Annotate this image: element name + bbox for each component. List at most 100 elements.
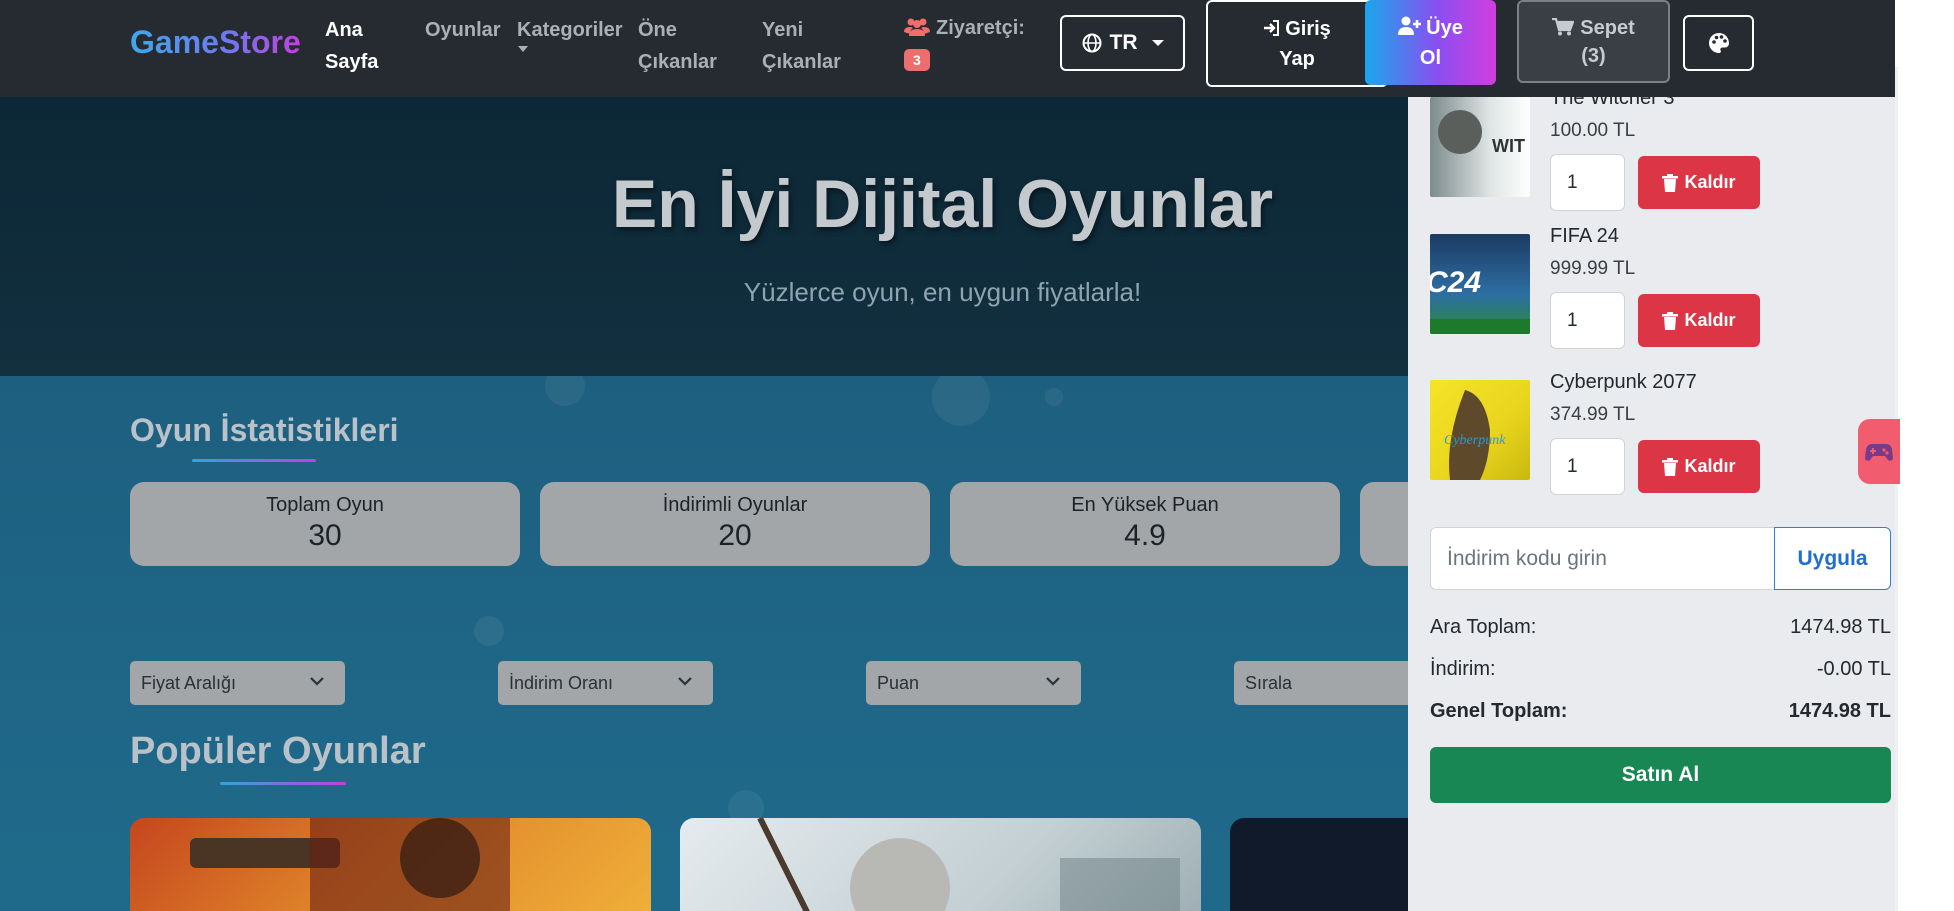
sign-in-icon bbox=[1264, 19, 1280, 36]
discount-row: İndirim: -0.00 TL bbox=[1430, 658, 1891, 681]
cart-item: Cyberpunk Cyberpunk 2077 374.99 TL 1 Kal… bbox=[1430, 371, 1870, 500]
register-line1: Üye bbox=[1426, 16, 1463, 39]
filter-label: Sırala bbox=[1245, 673, 1293, 693]
shopping-cart-icon bbox=[1552, 17, 1575, 35]
cart-button[interactable]: Sepet (3) bbox=[1517, 0, 1670, 83]
stat-label: En Yüksek Puan bbox=[1071, 494, 1219, 516]
decor-bubble bbox=[1045, 388, 1063, 406]
gamepad-icon bbox=[1865, 443, 1893, 461]
trash-icon bbox=[1662, 173, 1679, 192]
brand-logo[interactable]: GameStore bbox=[130, 24, 301, 61]
top-navbar: GameStore Ana Sayfa Oyunlar Kategoriler … bbox=[0, 0, 1895, 97]
user-plus-icon bbox=[1398, 16, 1422, 35]
nav-link-categories[interactable]: Kategoriler bbox=[517, 14, 623, 46]
game-card-image[interactable] bbox=[130, 818, 651, 911]
game-card-image[interactable] bbox=[680, 818, 1201, 911]
remove-item-button[interactable]: Kaldır bbox=[1638, 156, 1760, 209]
nav-link-games-label: Oyunlar bbox=[425, 19, 501, 41]
popular-section-title: Popüler Oyunlar bbox=[130, 730, 426, 772]
subtotal-label: Ara Toplam: bbox=[1430, 616, 1537, 638]
subtotal-row: Ara Toplam: 1474.98 TL bbox=[1430, 616, 1891, 639]
chevron-down-icon bbox=[1151, 40, 1164, 46]
cart-item-name: Cyberpunk 2077 bbox=[1550, 371, 1697, 393]
nav-link-games[interactable]: Oyunlar bbox=[425, 14, 501, 46]
revolver-icon bbox=[190, 818, 510, 911]
users-icon bbox=[904, 18, 930, 36]
stats-section-title: Oyun İstatistikleri bbox=[130, 412, 399, 448]
filter-label: Fiyat Aralığı bbox=[141, 673, 237, 693]
login-line2: Yap bbox=[1279, 47, 1315, 70]
nav-link-featured[interactable]: Öne Çıkanlar bbox=[638, 14, 717, 78]
theme-toggle-button[interactable] bbox=[1683, 15, 1754, 71]
cyberpunk-cover-icon: Cyberpunk bbox=[1444, 390, 1506, 480]
filter-price-range[interactable]: Fiyat Aralığı bbox=[130, 661, 345, 705]
panel-edge bbox=[1895, 67, 1898, 911]
discount-label: İndirim: bbox=[1430, 658, 1496, 680]
stat-value: 20 bbox=[718, 519, 752, 552]
nav-link-home-line1: Ana bbox=[325, 19, 363, 41]
nav-link-home[interactable]: Ana Sayfa bbox=[325, 14, 378, 78]
chevron-down-icon bbox=[678, 677, 692, 686]
decor-bubble bbox=[932, 376, 990, 426]
filter-label: İndirim Oranı bbox=[509, 673, 614, 693]
cart-item-qty-input[interactable]: 1 bbox=[1550, 292, 1625, 349]
login-button[interactable]: Giriş Yap bbox=[1206, 0, 1388, 87]
register-button[interactable]: Üye Ol bbox=[1365, 0, 1496, 85]
apply-coupon-button[interactable]: Uygula bbox=[1774, 527, 1891, 590]
remove-item-button[interactable]: Kaldır bbox=[1638, 440, 1760, 493]
nav-link-new-line1: Yeni bbox=[762, 19, 804, 41]
stat-value: 30 bbox=[308, 519, 342, 552]
filter-label: Puan bbox=[877, 673, 920, 693]
nav-link-new-releases[interactable]: Yeni Çıkanlar bbox=[762, 14, 841, 78]
palette-icon bbox=[1708, 33, 1729, 53]
cart-item-qty-input[interactable]: 1 bbox=[1550, 154, 1625, 211]
svg-text:WIT: WIT bbox=[1492, 136, 1525, 156]
total-label: Genel Toplam: bbox=[1430, 700, 1568, 722]
cart-sidebar: WIT The Witcher 3 100.00 TL 1 Kaldır C24… bbox=[1408, 97, 1895, 911]
filter-discount-rate[interactable]: İndirim Oranı bbox=[498, 661, 713, 705]
remove-label: Kaldır bbox=[1684, 310, 1736, 330]
total-value: 1474.98 TL bbox=[1788, 700, 1891, 722]
cart-line2: (3) bbox=[1581, 44, 1606, 67]
stat-value: 4.9 bbox=[1124, 519, 1166, 552]
cart-item-price: 374.99 TL bbox=[1550, 404, 1636, 425]
game-widget-button[interactable] bbox=[1858, 419, 1900, 484]
nav-link-featured-line1: Öne bbox=[638, 19, 677, 41]
title-underline bbox=[192, 459, 316, 462]
cart-item-price: 999.99 TL bbox=[1550, 258, 1636, 279]
nav-link-home-line2: Sayfa bbox=[325, 51, 379, 73]
game-thumbnail: C24 bbox=[1430, 234, 1530, 334]
visitor-count-badge: 3 bbox=[904, 49, 930, 71]
game-thumbnail: WIT bbox=[1430, 97, 1530, 197]
nav-link-categories-label: Kategoriler bbox=[517, 19, 623, 41]
chevron-down-icon bbox=[310, 677, 324, 686]
remove-label: Kaldır bbox=[1684, 172, 1736, 192]
witcher-cover-icon: WIT bbox=[1438, 110, 1525, 156]
svg-text:Cyberpunk: Cyberpunk bbox=[1444, 433, 1506, 448]
visitor-counter: Ziyaretçi: bbox=[904, 14, 1025, 42]
stat-card-top-rating: En Yüksek Puan 4.9 bbox=[950, 482, 1340, 566]
svg-text:C24: C24 bbox=[1430, 266, 1481, 299]
trash-icon bbox=[1662, 311, 1679, 330]
cart-line1: Sepet bbox=[1580, 16, 1635, 39]
nav-link-featured-line2: Çıkanlar bbox=[638, 51, 717, 73]
decor-bubble bbox=[545, 376, 585, 406]
language-dropdown-button[interactable]: TR bbox=[1060, 15, 1185, 71]
coupon-code-input[interactable]: İndirim kodu girin bbox=[1430, 527, 1775, 590]
chevron-down-icon bbox=[518, 46, 528, 52]
cart-item-name: The Witcher 3 bbox=[1550, 97, 1675, 109]
checkout-button[interactable]: Satın Al bbox=[1430, 747, 1891, 803]
remove-label: Kaldır bbox=[1684, 456, 1736, 476]
cart-item: C24 FIFA 24 999.99 TL 1 Kaldır bbox=[1430, 225, 1870, 354]
fifa-cover-icon: C24 bbox=[1430, 266, 1530, 334]
stat-card-total: Toplam Oyun 30 bbox=[130, 482, 520, 566]
language-label: TR bbox=[1109, 31, 1138, 54]
visitor-label: Ziyaretçi: bbox=[936, 17, 1025, 39]
scrollbar-track bbox=[1895, 0, 1954, 911]
subtotal-value: 1474.98 TL bbox=[1790, 616, 1891, 638]
cart-item-qty-input[interactable]: 1 bbox=[1550, 438, 1625, 495]
filter-rating[interactable]: Puan bbox=[866, 661, 1081, 705]
remove-item-button[interactable]: Kaldır bbox=[1638, 294, 1760, 347]
stat-label: Toplam Oyun bbox=[266, 494, 384, 516]
cart-item-price: 100.00 TL bbox=[1550, 120, 1636, 141]
